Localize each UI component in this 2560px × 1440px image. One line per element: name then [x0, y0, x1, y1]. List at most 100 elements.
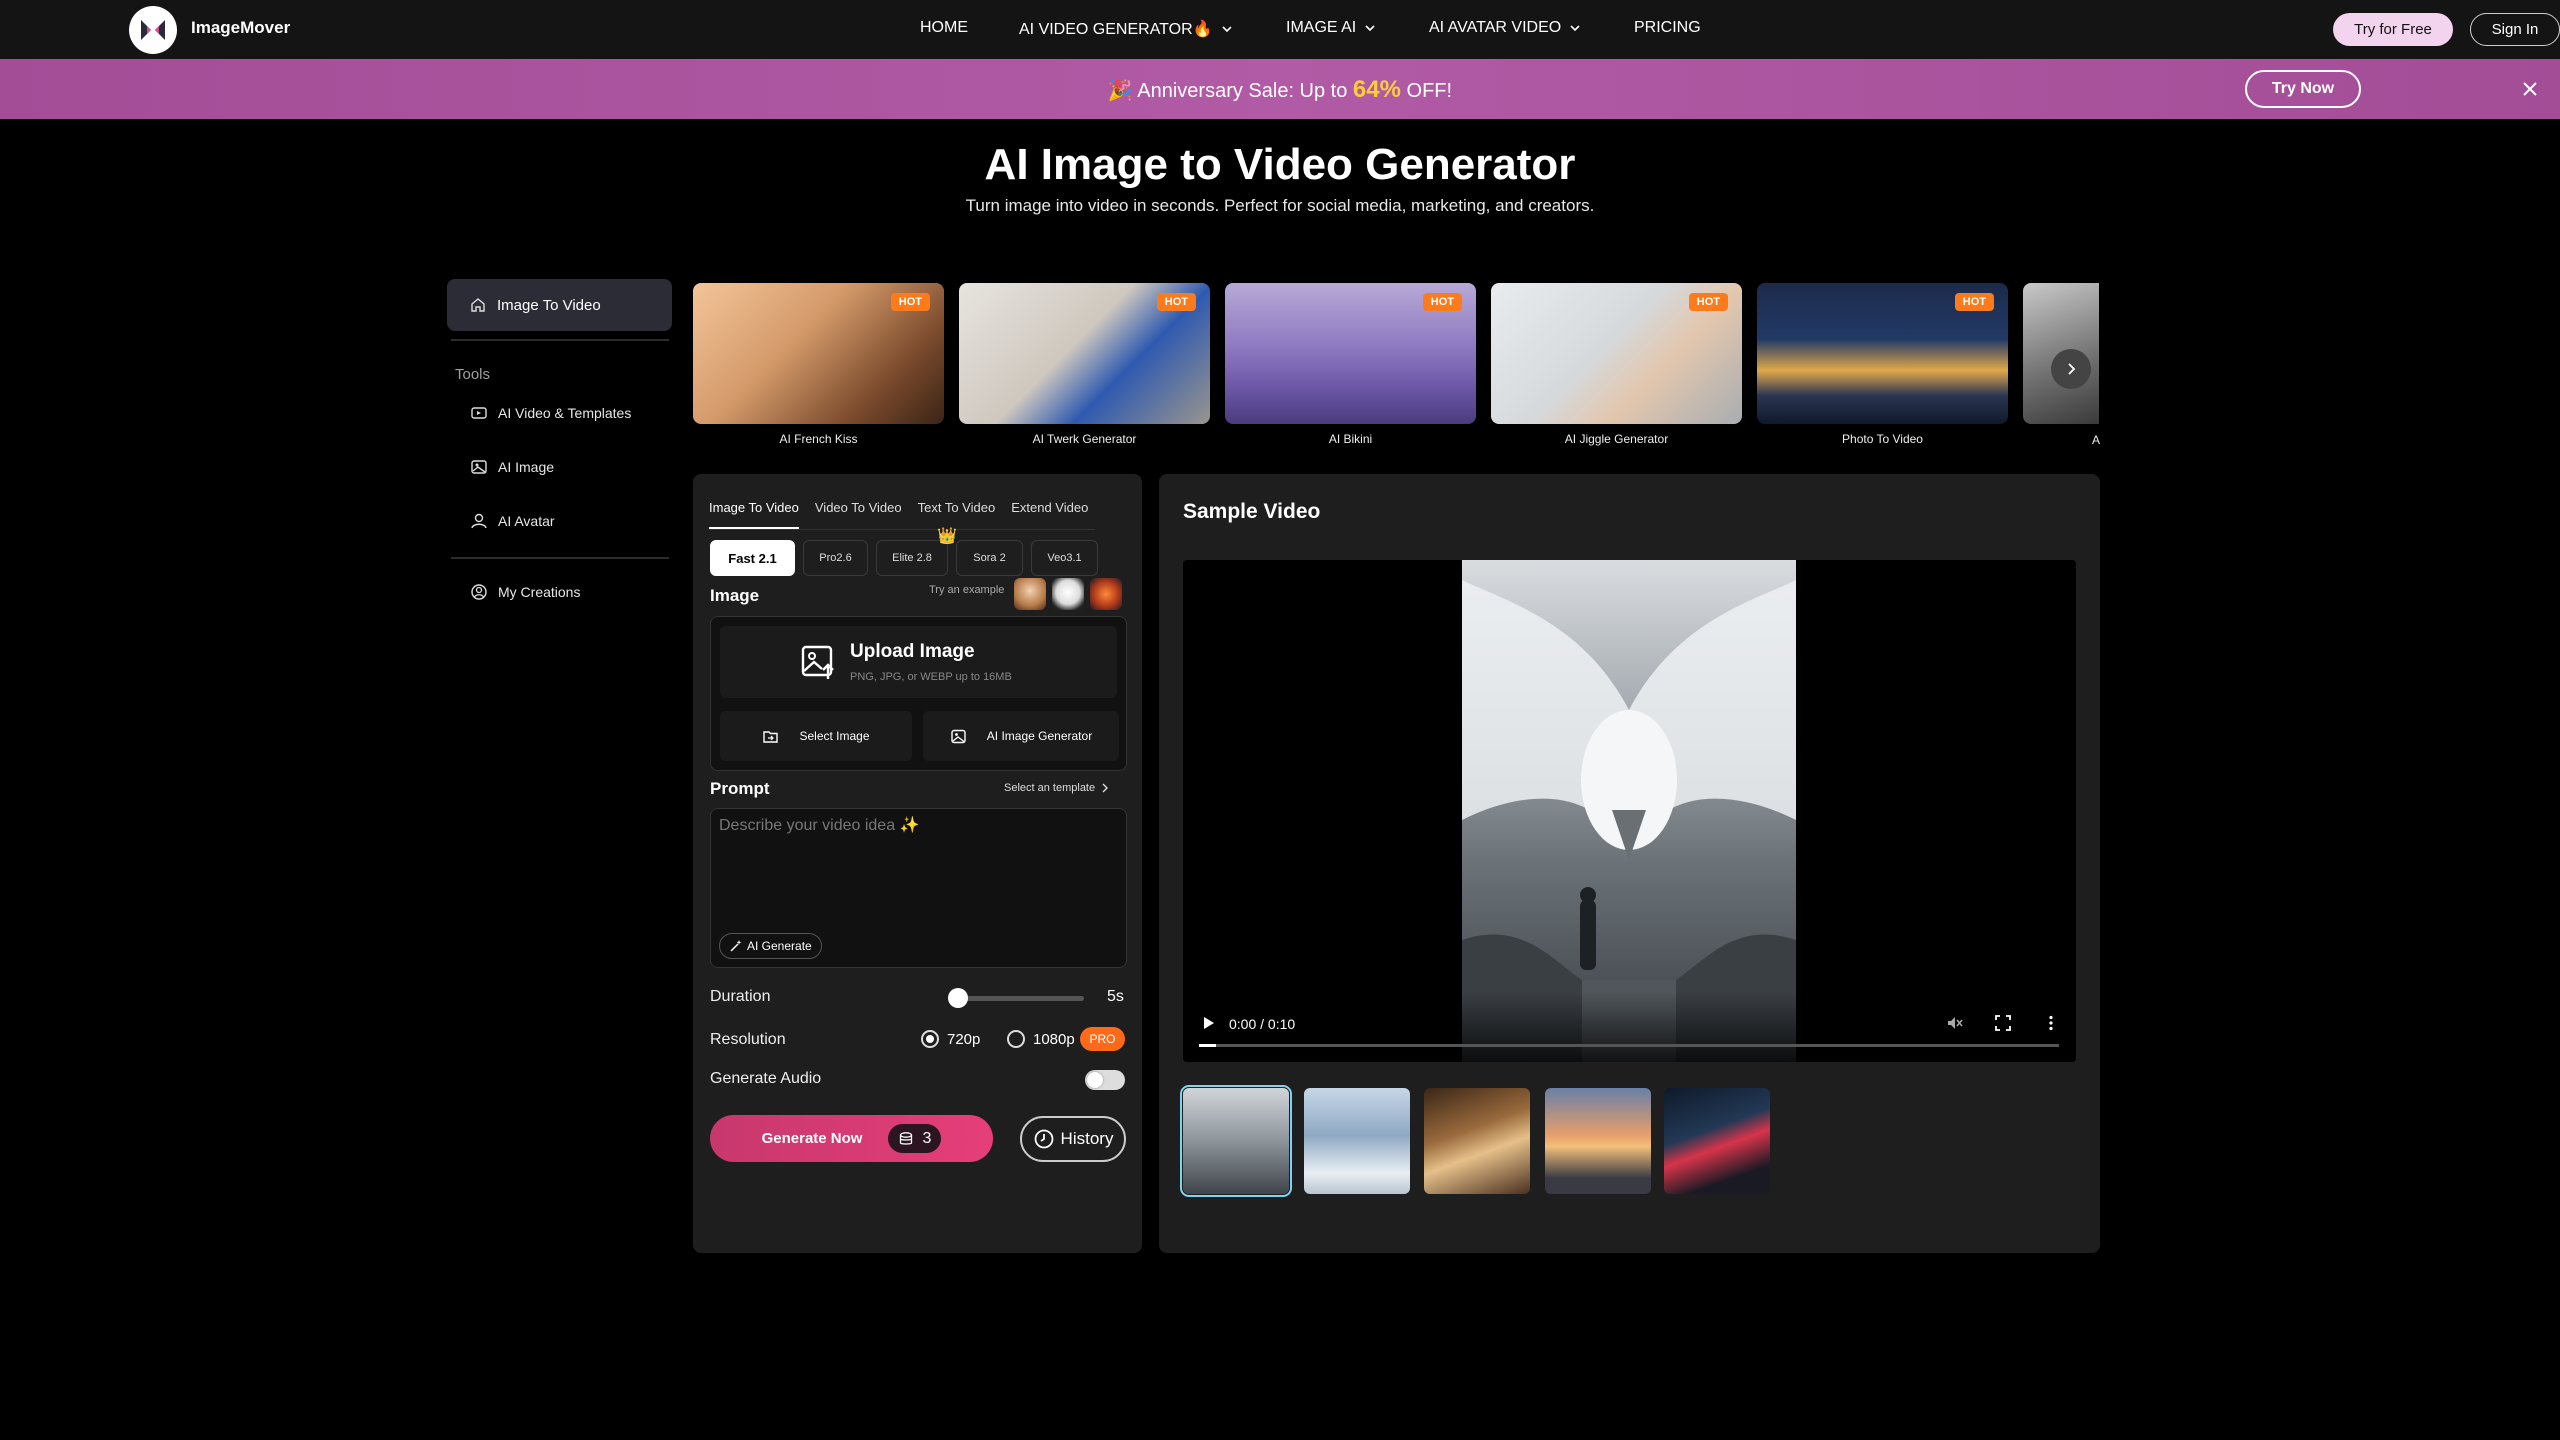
sidebar-item-ai-avatar[interactable]: AI Avatar [470, 512, 555, 530]
template-card-photo-to-video[interactable]: HOT Photo To Video [1757, 283, 2008, 446]
sample-thumb-cowgirl[interactable] [1424, 1088, 1530, 1194]
promo-percent: 64% [1352, 76, 1401, 103]
mute-icon[interactable] [1946, 1014, 1964, 1032]
tab-text-to-video[interactable]: Text To Video [918, 500, 996, 529]
nav-home[interactable]: HOME [920, 19, 968, 37]
nav-pricing[interactable]: PRICING [1634, 19, 1701, 37]
prompt-section-label: Prompt [710, 779, 770, 798]
resolution-label: Resolution [710, 1031, 786, 1048]
hot-badge: HOT [1954, 293, 1994, 311]
generate-now-button[interactable]: Generate Now 3 [710, 1115, 993, 1162]
example-thumb[interactable] [1090, 578, 1122, 610]
duration-slider[interactable] [948, 988, 1084, 1008]
image-icon [951, 729, 966, 743]
try-now-button[interactable]: Try Now [2245, 70, 2361, 108]
nav-home-label: HOME [920, 19, 968, 36]
duration-value: 5s [1107, 988, 1124, 1005]
sample-video-player[interactable]: 0:00 / 0:10 [1183, 560, 2076, 1062]
sample-thumb-snow[interactable] [1304, 1088, 1410, 1194]
model-veo-3-1[interactable]: Veo3.1 [1031, 540, 1098, 576]
duration-slider-thumb[interactable] [948, 988, 968, 1008]
sample-thumb-neon[interactable] [1664, 1088, 1770, 1194]
video-progress-fill [1199, 1044, 1217, 1047]
carousel-next-button[interactable] [2051, 349, 2091, 389]
model-fast-2-1[interactable]: Fast 2.1 [710, 540, 795, 576]
nav-ai-avatar-video[interactable]: AI AVATAR VIDEO [1429, 19, 1581, 37]
template-thumbnail: HOT [693, 283, 944, 424]
example-thumb[interactable] [1052, 578, 1084, 610]
sidebar-item-ai-image[interactable]: AI Image [470, 458, 554, 476]
radio-dot [1007, 1030, 1025, 1048]
sample-thumb-city[interactable] [1545, 1088, 1651, 1194]
hot-badge: HOT [890, 293, 930, 311]
template-card-french-kiss[interactable]: HOT AI French Kiss [693, 283, 944, 446]
duration-label: Duration [710, 988, 771, 1005]
more-options-icon[interactable] [2042, 1014, 2060, 1032]
sidebar-tools-heading: Tools [455, 366, 491, 383]
sidebar-item-label: AI Video & Templates [498, 405, 632, 421]
pro-badge: PRO [1080, 1027, 1125, 1051]
template-thumbnail: HOT [1757, 283, 2008, 424]
upload-dropzone[interactable]: Upload Image PNG, JPG, or WEBP up to 16M… [720, 626, 1117, 698]
hot-badge: HOT [1688, 293, 1728, 311]
nav-pricing-label: PRICING [1634, 19, 1701, 36]
hot-badge: HOT [1156, 293, 1196, 311]
ai-image-generator-label: AI Image Generator [986, 729, 1093, 743]
history-label: History [1060, 1129, 1114, 1148]
resolution-720p-radio[interactable]: 720p [921, 1030, 980, 1048]
ai-image-generator-button[interactable]: AI Image Generator [923, 711, 1119, 761]
sign-in-button[interactable]: Sign In [2470, 13, 2560, 46]
generate-now-label: Generate Now [761, 1130, 863, 1147]
select-image-button[interactable]: Select Image [720, 711, 912, 761]
nav-image-ai[interactable]: IMAGE AI [1286, 19, 1376, 37]
sidebar-divider [451, 339, 669, 341]
tab-extend-video[interactable]: Extend Video [1011, 500, 1088, 529]
video-progress-bar[interactable] [1199, 1044, 2059, 1047]
nav-ai-video-generator[interactable]: AI VIDEO GENERATOR🔥 [1019, 19, 1233, 39]
coin-stack-icon [900, 1131, 913, 1145]
try-for-free-button[interactable]: Try for Free [2333, 13, 2453, 46]
video-frame [1462, 560, 1796, 1062]
sidebar-item-my-creations[interactable]: My Creations [470, 583, 580, 601]
template-card-label: Photo To Video [1842, 432, 1923, 446]
tab-image-to-video[interactable]: Image To Video [709, 500, 799, 529]
credit-cost-badge: 3 [888, 1124, 942, 1153]
select-template-label: Select an template [1004, 782, 1096, 794]
clock-icon [1034, 1129, 1053, 1149]
sample-thumb-eagle[interactable] [1180, 1085, 1292, 1197]
resolution-1080p-label: 1080p [1033, 1030, 1075, 1048]
fullscreen-icon[interactable] [1994, 1014, 2012, 1032]
select-template-link[interactable]: Select an template [1004, 782, 1109, 794]
prompt-input[interactable] [719, 815, 1119, 925]
image-upload-icon [801, 645, 834, 679]
model-pro-2-6[interactable]: Pro2.6 [803, 540, 868, 576]
template-card-bikini[interactable]: HOT AI Bikini [1225, 283, 1476, 446]
chevron-right-icon [1102, 783, 1109, 793]
radio-dot [921, 1030, 939, 1048]
folder-icon [763, 730, 779, 743]
template-card-jiggle-generator[interactable]: HOT AI Jiggle Generator [1491, 283, 1742, 446]
template-thumbnail: HOT [959, 283, 1210, 424]
template-card-label: AI Bikini [1328, 432, 1373, 446]
tabs-divider [709, 529, 1095, 530]
template-card-label: AI Twerk Generator [1032, 432, 1137, 446]
template-card-twerk-generator[interactable]: HOT AI Twerk Generator [959, 283, 1210, 446]
history-button[interactable]: History [1020, 1116, 1126, 1162]
logo-icon[interactable] [129, 6, 177, 54]
example-thumb[interactable] [1014, 578, 1046, 610]
upload-area: Upload Image PNG, JPG, or WEBP up to 16M… [710, 616, 1127, 771]
magic-wand-icon [730, 940, 742, 952]
nav-image-ai-label: IMAGE AI [1286, 19, 1357, 36]
tab-video-to-video[interactable]: Video To Video [815, 500, 902, 529]
generate-audio-toggle[interactable] [1085, 1070, 1125, 1090]
brand-name[interactable]: ImageMover [191, 18, 290, 38]
sidebar-item-image-to-video[interactable]: Image To Video [447, 279, 672, 331]
play-icon[interactable] [1199, 1014, 1217, 1032]
sidebar-item-ai-video-templates[interactable]: AI Video & Templates [470, 404, 631, 422]
ai-generate-button[interactable]: AI Generate [719, 933, 822, 959]
model-sora-2[interactable]: Sora 2 [956, 540, 1023, 576]
page-subtitle: Turn image into video in seconds. Perfec… [965, 196, 1595, 215]
close-icon[interactable] [2520, 79, 2540, 99]
resolution-1080p-radio[interactable]: 1080p [1007, 1030, 1075, 1048]
video-time: 0:00 / 0:10 [1229, 1016, 1296, 1032]
